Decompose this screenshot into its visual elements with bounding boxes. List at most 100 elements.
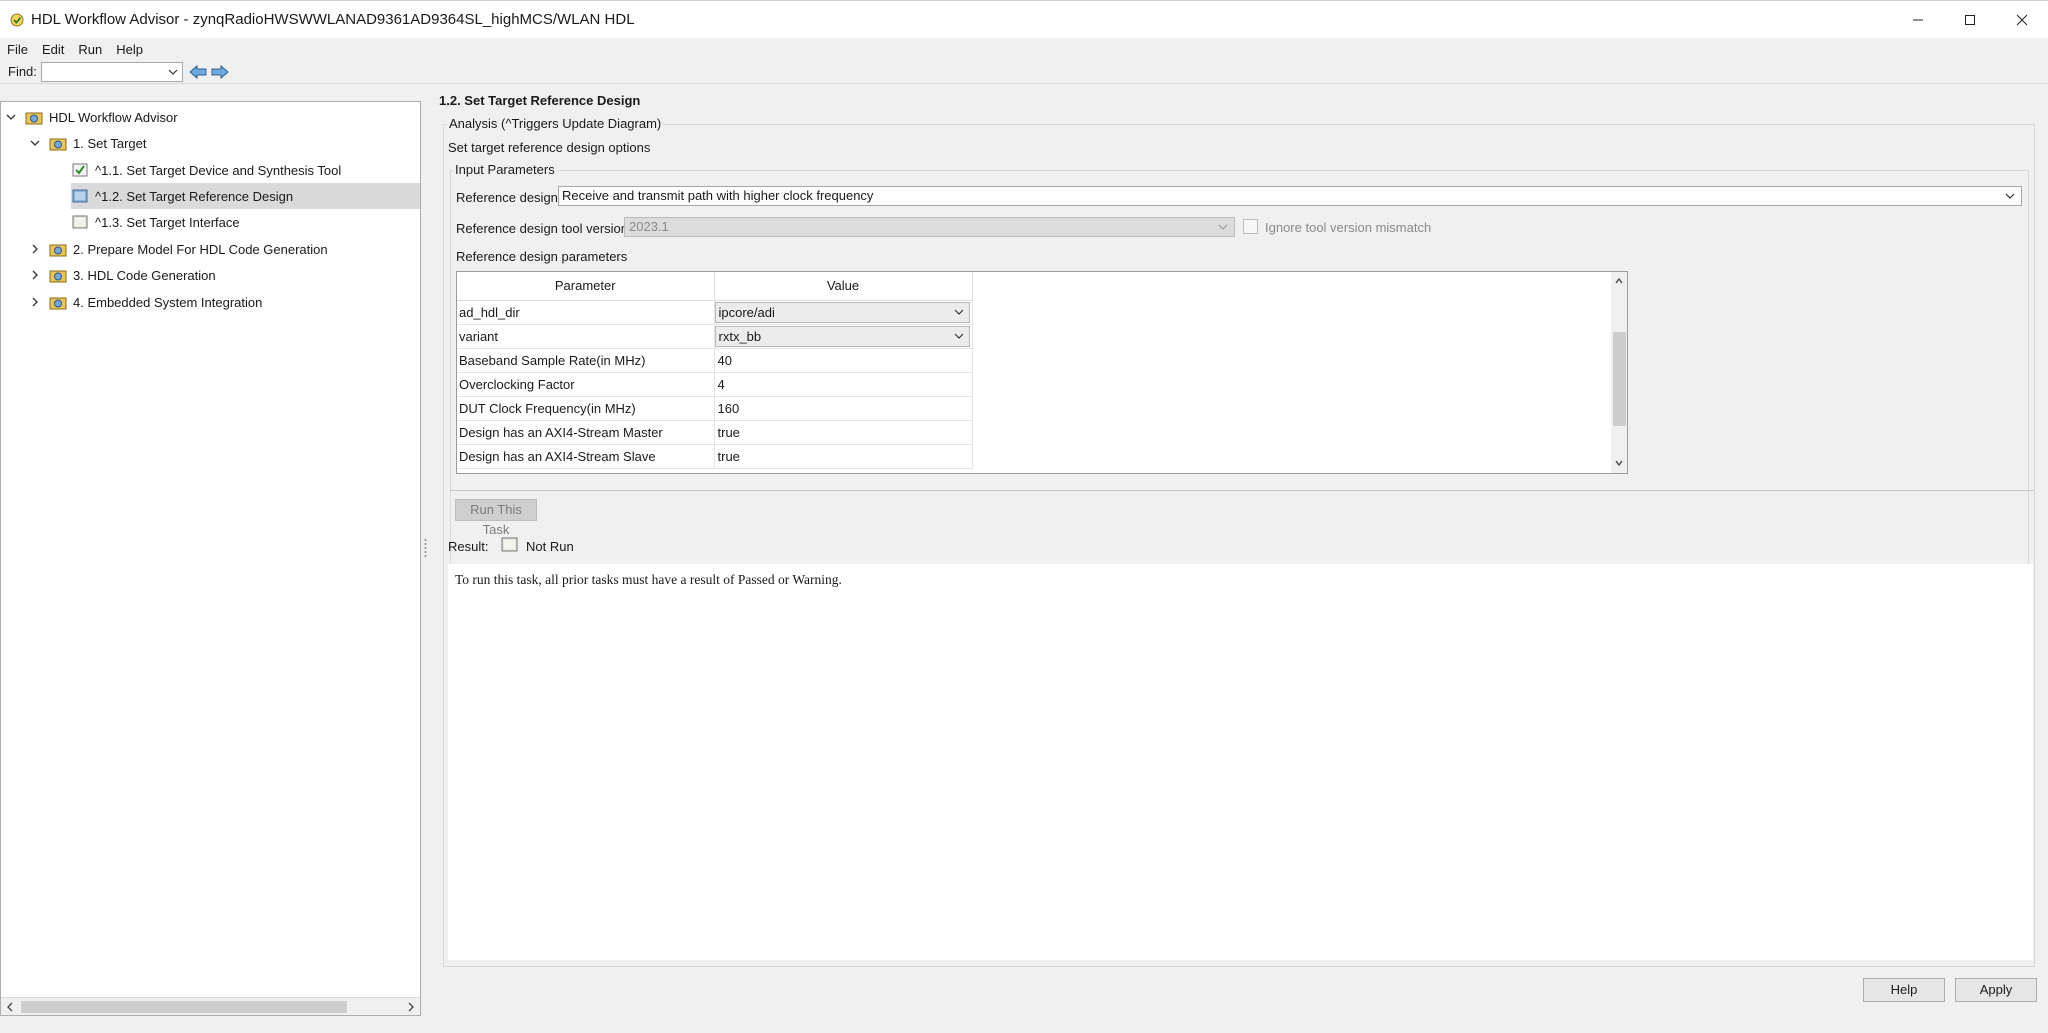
param-value-cell[interactable]: ipcore/adi: [714, 300, 973, 325]
tree-item-set-target-device[interactable]: ^1.1. Set Target Device and Synthesis To…: [71, 157, 418, 183]
table-row: DUT Clock Frequency(in MHz) 160: [457, 396, 973, 421]
scroll-up-icon[interactable]: [1614, 276, 1624, 286]
scroll-down-icon[interactable]: [1614, 458, 1624, 468]
tree-expander[interactable]: [4, 110, 18, 124]
param-value[interactable]: true: [714, 420, 973, 445]
param-name: ad_hdl_dir: [457, 300, 715, 325]
reference-design-select[interactable]: Receive and transmit path with higher cl…: [558, 186, 2022, 206]
advisor-folder-icon: [25, 112, 43, 125]
tree-item-hdl-workflow-advisor[interactable]: HDL Workflow Advisor: [4, 104, 418, 130]
chevron-right-icon: [32, 297, 38, 307]
chevron-down-icon: [954, 333, 963, 339]
maximize-button[interactable]: [1944, 1, 1996, 39]
param-name: Design has an AXI4-Stream Master: [457, 420, 715, 445]
chevron-down-icon: [30, 140, 40, 146]
chevron-right-icon: [32, 244, 38, 254]
not-run-icon: [501, 537, 518, 552]
param-value[interactable]: 160: [714, 396, 973, 421]
scroll-right-icon[interactable]: [406, 1001, 416, 1013]
tree-item-label: 3. HDL Code Generation: [73, 267, 216, 283]
param-name: Baseband Sample Rate(in MHz): [457, 348, 715, 373]
ignore-version-checkbox[interactable]: [1243, 219, 1258, 234]
close-icon: [2016, 14, 2028, 26]
menu-run[interactable]: Run: [78, 42, 102, 57]
tree-horizontal-scrollbar[interactable]: [1, 997, 420, 1015]
result-message: To run this task, all prior tasks must h…: [455, 572, 842, 587]
result-message-box: To run this task, all prior tasks must h…: [448, 564, 2033, 960]
scrollbar-thumb[interactable]: [1613, 332, 1626, 426]
column-header-value: Value: [714, 272, 973, 301]
task-folder-icon: [49, 270, 67, 283]
reference-design-value: Receive and transmit path with higher cl…: [562, 188, 874, 203]
run-this-task-button[interactable]: Run This Task: [455, 499, 537, 537]
chevron-down-icon: [1218, 224, 1228, 230]
tool-version-value: 2023.1: [629, 219, 669, 234]
param-value: rxtx_bb: [718, 328, 762, 344]
tree-item-set-target-interface[interactable]: ^1.3. Set Target Interface: [71, 209, 418, 235]
task-folder-icon: [49, 138, 67, 151]
param-value-cell[interactable]: rxtx_bb: [714, 324, 973, 349]
table-row: variant rxtx_bb: [457, 324, 973, 349]
param-value-select[interactable]: rxtx_bb: [714, 325, 970, 347]
menu-help[interactable]: Help: [116, 42, 143, 57]
find-input[interactable]: [40, 61, 183, 82]
find-previous-icon[interactable]: [189, 64, 207, 80]
table-row: Overclocking Factor 4: [457, 372, 973, 397]
separator: [450, 490, 2035, 491]
param-name: variant: [457, 324, 715, 349]
task-notrun-icon: [72, 215, 88, 229]
parameters-table: Parameter Value ad_hdl_dir ipcore/adi va…: [456, 271, 1628, 474]
close-button[interactable]: [1996, 1, 2048, 39]
scrollbar-thumb[interactable]: [21, 1001, 347, 1013]
scroll-left-icon[interactable]: [5, 1001, 15, 1013]
param-value-select[interactable]: ipcore/adi: [714, 301, 970, 323]
task-panel: 1.2. Set Target Reference Design Analysi…: [429, 84, 2048, 1033]
menu-edit[interactable]: Edit: [42, 42, 64, 57]
table-row: ad_hdl_dir ipcore/adi: [457, 300, 973, 325]
chevron-down-icon: [6, 114, 16, 120]
find-next-icon[interactable]: [211, 64, 229, 80]
task-passed-icon: [72, 163, 88, 177]
splitter-handle[interactable]: [424, 538, 427, 560]
param-name: Overclocking Factor: [457, 372, 715, 397]
tree-item-set-target-reference-design[interactable]: ^1.2. Set Target Reference Design: [71, 183, 420, 209]
menu-bar: File Edit Run Help: [0, 38, 2048, 60]
tree-item-prepare-model[interactable]: 2. Prepare Model For HDL Code Generation: [28, 236, 418, 262]
window-controls: [1892, 1, 2048, 39]
tree-item-embedded-system-integration[interactable]: 4. Embedded System Integration: [28, 289, 418, 315]
task-icon: [72, 189, 88, 203]
param-value: ipcore/adi: [718, 304, 775, 320]
result-label: Result:: [448, 539, 489, 554]
param-value[interactable]: 40: [714, 348, 973, 373]
table-vertical-scrollbar[interactable]: [1611, 272, 1627, 473]
reference-design-label: Reference design:: [456, 190, 562, 205]
advisor-app-icon: [10, 13, 24, 26]
minimize-button[interactable]: [1892, 1, 1944, 39]
ignore-version-label: Ignore tool version mismatch: [1265, 220, 1432, 235]
task-folder-icon: [49, 244, 67, 257]
param-value[interactable]: 4: [714, 372, 973, 397]
tree-item-hdl-code-generation[interactable]: 3. HDL Code Generation: [28, 262, 418, 288]
tree-item-label: ^1.1. Set Target Device and Synthesis To…: [95, 162, 342, 178]
param-name: DUT Clock Frequency(in MHz): [457, 396, 715, 421]
title-bar: HDL Workflow Advisor - zynqRadioHWSWWLAN…: [0, 0, 2048, 38]
tree-expander[interactable]: [28, 242, 42, 256]
tool-version-select[interactable]: 2023.1: [624, 217, 1235, 237]
reference-design-parameters-label: Reference design parameters: [456, 249, 628, 264]
tree-item-label: 4. Embedded System Integration: [73, 294, 263, 310]
find-bar: Find:: [0, 60, 2048, 84]
chevron-down-icon: [168, 69, 178, 75]
task-folder-icon: [49, 297, 67, 310]
apply-button[interactable]: Apply: [1955, 978, 2037, 1002]
tree-expander[interactable]: [28, 295, 42, 309]
tree-expander[interactable]: [28, 268, 42, 282]
help-button[interactable]: Help: [1863, 978, 1945, 1002]
tree-expander[interactable]: [28, 136, 42, 150]
input-parameters-legend: Input Parameters: [453, 162, 557, 177]
analysis-legend: Analysis (^Triggers Update Diagram): [447, 116, 664, 131]
menu-file[interactable]: File: [7, 42, 28, 57]
tree-item-set-target[interactable]: 1. Set Target: [28, 130, 418, 156]
task-tree: HDL Workflow Advisor 1. Set Target ^1.1.…: [0, 101, 421, 1016]
param-value[interactable]: true: [714, 444, 973, 469]
find-label: Find:: [8, 64, 37, 79]
